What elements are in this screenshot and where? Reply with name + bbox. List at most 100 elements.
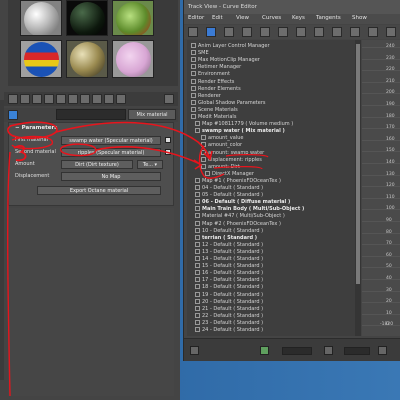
menu-editor[interactable]: Editor bbox=[188, 15, 204, 21]
material-sphere-preview bbox=[116, 2, 151, 35]
grid-line bbox=[362, 221, 400, 222]
material-sphere-preview bbox=[70, 2, 105, 35]
menu-keys[interactable]: Keys bbox=[292, 15, 305, 21]
second-material-checkbox[interactable] bbox=[165, 149, 171, 155]
snap-frames-icon[interactable] bbox=[368, 27, 378, 37]
go-parent-icon[interactable] bbox=[104, 94, 114, 104]
second-material-label: Second material bbox=[15, 149, 56, 155]
material-name-field[interactable] bbox=[56, 109, 126, 120]
menu-show[interactable]: Show bbox=[352, 15, 367, 21]
put-library-icon[interactable] bbox=[56, 94, 66, 104]
grid-line bbox=[362, 232, 400, 234]
grid-line bbox=[362, 255, 400, 257]
assign-material-icon[interactable] bbox=[20, 94, 30, 104]
ruler-label: 140 bbox=[386, 160, 395, 165]
ruler-label: 20 bbox=[386, 299, 392, 305]
amount-type-dropdown[interactable]: Te... ▾ bbox=[137, 160, 163, 169]
material-name-bar: Mix material bbox=[4, 108, 178, 122]
rollout-title[interactable]: Parameters bbox=[15, 125, 58, 131]
second-material-button[interactable]: ripples (Specular material) bbox=[61, 148, 161, 157]
eyedropper-icon[interactable] bbox=[8, 110, 18, 120]
ruler-label: 80 bbox=[386, 229, 392, 235]
grid-line bbox=[362, 267, 400, 269]
menu-edit[interactable]: Edit bbox=[212, 15, 223, 21]
lock-selection-icon[interactable] bbox=[350, 27, 360, 37]
material-sphere-preview bbox=[116, 42, 151, 77]
ruler-label: 210 bbox=[386, 78, 395, 84]
go-sibling-icon[interactable] bbox=[116, 94, 126, 104]
amount-map-button[interactable]: Dirt (Dirt texture) bbox=[61, 160, 133, 169]
tangent-icon[interactable] bbox=[332, 27, 342, 37]
zoom-icon[interactable] bbox=[378, 346, 387, 355]
scale-keys-icon[interactable] bbox=[242, 27, 252, 37]
show-map-icon[interactable] bbox=[80, 94, 90, 104]
sample-slot-2[interactable] bbox=[66, 0, 108, 36]
ruler-label: 200 bbox=[386, 90, 395, 96]
ruler-label: 220 bbox=[386, 67, 395, 73]
ruler-label: 50 bbox=[386, 264, 392, 270]
sample-slot-4[interactable] bbox=[20, 40, 62, 78]
keys-icon[interactable] bbox=[190, 346, 199, 355]
material-toolbar bbox=[4, 92, 178, 106]
parameter-curve-icon[interactable] bbox=[386, 27, 396, 37]
export-octane-button[interactable]: Export Octane material bbox=[37, 186, 161, 195]
track-view-toolbar bbox=[184, 25, 400, 39]
grid-line bbox=[362, 279, 400, 280]
sample-slot-3[interactable] bbox=[112, 0, 154, 36]
curve-icon[interactable] bbox=[260, 346, 269, 355]
make-unique-icon[interactable] bbox=[44, 94, 54, 104]
pan-icon[interactable] bbox=[324, 346, 333, 355]
scale-values-icon[interactable] bbox=[260, 27, 270, 37]
menu-tangents[interactable]: Tangents bbox=[316, 15, 341, 21]
ruler-label: 30 bbox=[386, 287, 392, 293]
first-material-checkbox[interactable] bbox=[165, 137, 171, 143]
curve-graph[interactable]: 240 230 220 210 200 190 180 170 160 150 140 130 120 1… bbox=[362, 40, 400, 336]
ruler-label: 230 bbox=[386, 55, 395, 61]
parameters-rollout: Parameters First material swamp water (S… bbox=[8, 122, 174, 206]
menu-bar: Editor Edit View Curves Keys Tangents Sh… bbox=[184, 14, 400, 24]
move-keys-icon[interactable] bbox=[206, 27, 216, 37]
filter-icon[interactable] bbox=[188, 27, 198, 37]
add-keys-icon[interactable] bbox=[278, 27, 288, 37]
reduce-keys-icon[interactable] bbox=[314, 27, 324, 37]
material-sphere-preview bbox=[24, 42, 59, 77]
ruler-label: 100 bbox=[386, 206, 395, 212]
menu-view[interactable]: View bbox=[236, 15, 249, 21]
ruler-label: 10 bbox=[386, 310, 392, 316]
frame-field[interactable] bbox=[282, 347, 312, 355]
grid-line bbox=[362, 302, 400, 304]
ruler-label: 90 bbox=[386, 218, 392, 223]
tree-scrollbar[interactable] bbox=[355, 40, 361, 336]
material-effects-icon[interactable] bbox=[68, 94, 78, 104]
sample-slot-6[interactable] bbox=[112, 40, 154, 78]
left-strip bbox=[0, 100, 4, 380]
rollout-area bbox=[8, 208, 174, 396]
slide-keys-icon[interactable] bbox=[224, 27, 234, 37]
ruler-label: 120 bbox=[386, 183, 395, 189]
show-end-result-icon[interactable] bbox=[92, 94, 102, 104]
scrollbar-thumb[interactable] bbox=[356, 44, 360, 284]
ruler-label: 160 bbox=[386, 136, 395, 142]
ruler-label: 180 bbox=[386, 113, 395, 119]
controller-tree[interactable]: Anim Layer Control Manager SME Max MotionC… bbox=[187, 40, 355, 336]
first-material-button[interactable]: swamp water (Specular material) bbox=[61, 136, 161, 145]
options-icon[interactable] bbox=[164, 94, 174, 104]
ruler-label: 70 bbox=[386, 241, 392, 247]
track-view-status-bar bbox=[184, 338, 400, 361]
material-editor: Mix material Parameters First material s… bbox=[0, 0, 180, 400]
sample-slots bbox=[8, 0, 178, 86]
grid-line bbox=[362, 244, 400, 246]
menu-curves[interactable]: Curves bbox=[262, 15, 281, 21]
sample-slot-5[interactable] bbox=[66, 40, 108, 78]
ruler-label: 110 bbox=[386, 194, 395, 200]
get-material-icon[interactable] bbox=[8, 94, 18, 104]
material-type-button[interactable]: Mix material bbox=[128, 109, 176, 120]
grid-line bbox=[362, 290, 400, 292]
draw-curves-icon[interactable] bbox=[296, 27, 306, 37]
ruler-label: 190 bbox=[386, 102, 395, 107]
value-field[interactable] bbox=[344, 347, 370, 355]
sample-slot-1[interactable] bbox=[20, 0, 62, 36]
tree-item[interactable]: 24 - Default ( Standard ) bbox=[195, 326, 263, 334]
reset-map-icon[interactable] bbox=[32, 94, 42, 104]
displacement-map-button[interactable]: No Map bbox=[61, 172, 161, 181]
